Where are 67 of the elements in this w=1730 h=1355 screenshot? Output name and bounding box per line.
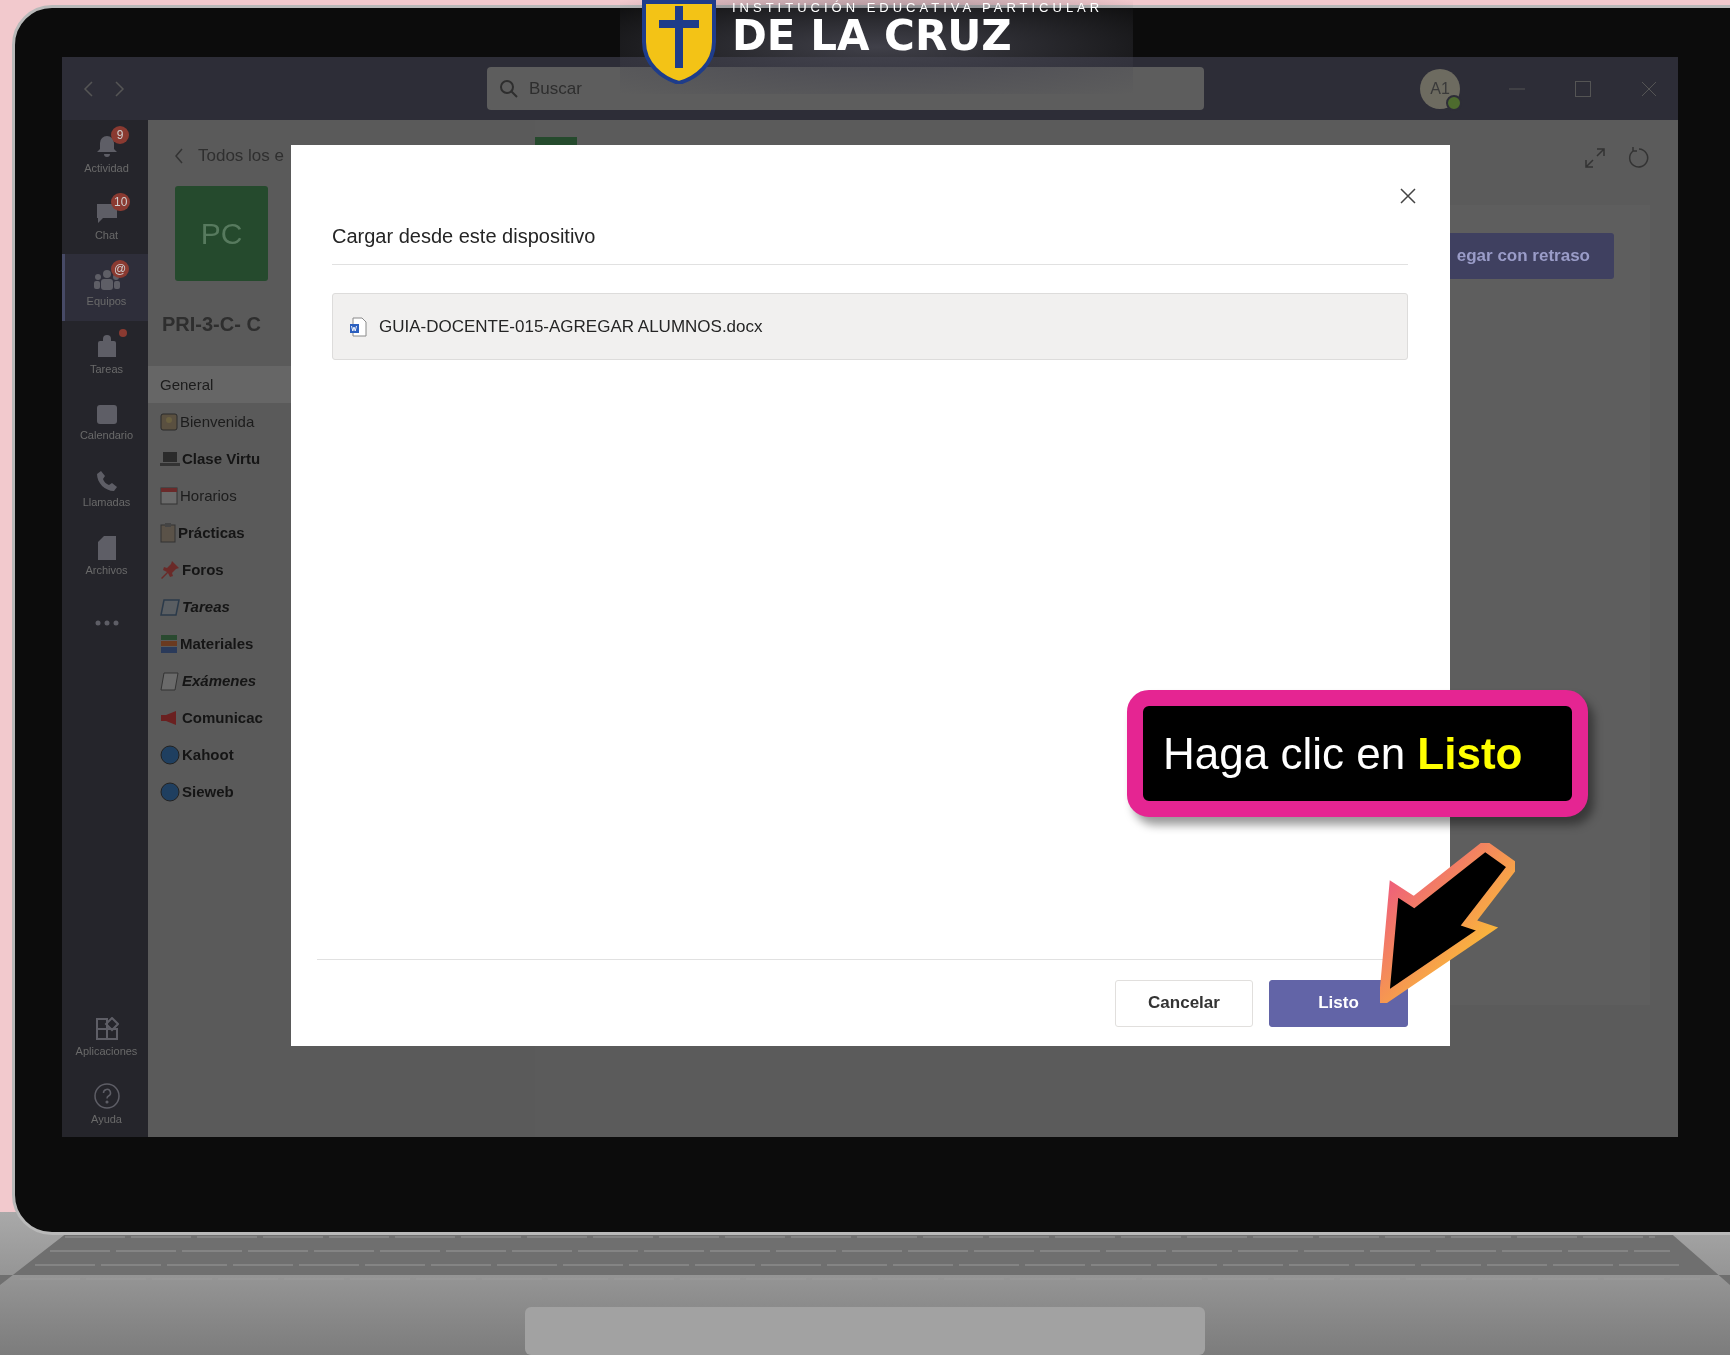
expand-icon[interactable] (1584, 147, 1606, 169)
channel-item[interactable]: Kahoot (148, 736, 291, 773)
callout-text: Haga clic en Listo (1163, 728, 1523, 779)
rail-item[interactable]: Archivos (62, 522, 148, 589)
calendar-emoji-icon (160, 486, 178, 505)
rail-label: Actividad (84, 161, 129, 174)
rail-item[interactable]: Equipos @ (62, 254, 148, 321)
apps-icon (94, 1016, 119, 1041)
books-icon (160, 633, 178, 654)
channel-item[interactable]: Horarios (148, 477, 291, 514)
channel-item[interactable]: Bienvenida (148, 403, 291, 440)
pushpin-icon (160, 559, 180, 580)
channel-item[interactable]: Clase Virtu (148, 440, 291, 477)
rail-label: Archivos (85, 563, 128, 576)
rail-item[interactable]: Tareas (62, 321, 148, 388)
rail-label: Ayuda (91, 1112, 122, 1125)
count-badge: 9 (111, 126, 129, 144)
close-icon (1400, 187, 1416, 204)
channel-item[interactable]: Foros (148, 551, 291, 588)
circle-icon (160, 781, 180, 802)
cancel-button[interactable]: Cancelar (1115, 979, 1253, 1027)
channel-item[interactable]: General (148, 366, 291, 403)
more-icon[interactable] (94, 619, 119, 626)
close-icon[interactable] (1640, 79, 1659, 98)
phone-icon (95, 469, 118, 492)
channel-item[interactable]: Sieweb (148, 773, 291, 810)
file-name: GUIA-DOCENTE-015-AGREGAR ALUMNOS.docx (379, 316, 763, 337)
logo-title: DE LA CRUZ (732, 15, 1012, 57)
rail-label: Chat (94, 228, 119, 241)
backpack-icon (96, 334, 117, 359)
circle-icon (160, 744, 180, 765)
people-emoji-icon (160, 412, 178, 431)
rail-label: Tareas (90, 362, 123, 375)
book-icon (160, 597, 180, 616)
rail-label: Equipos (86, 294, 127, 307)
channel-item[interactable]: Prácticas (148, 514, 291, 551)
presence-dot (1446, 94, 1463, 111)
rail-label: Llamadas (82, 495, 131, 508)
rail-item[interactable]: Calendario (62, 388, 148, 455)
tab-indicator (535, 137, 577, 145)
rail-item[interactable]: Chat 10 (62, 187, 148, 254)
channel-item[interactable]: Exámenes (148, 662, 291, 699)
back-icon[interactable] (174, 148, 184, 164)
rail-item[interactable]: Actividad 9 (62, 120, 148, 187)
clipboard-icon (160, 522, 176, 543)
channel-item[interactable]: Materiales (148, 625, 291, 662)
help-icon (93, 1082, 120, 1109)
word-document-icon (349, 316, 367, 337)
rail-label: Calendario (79, 428, 134, 441)
dialog-title: Cargar desde este dispositivo (332, 225, 1408, 265)
rail-item[interactable]: Aplicaciones (62, 1003, 148, 1070)
channel-item[interactable]: Comunicac (148, 699, 291, 736)
rail-item[interactable]: Llamadas (62, 455, 148, 522)
count-badge: @ (111, 260, 130, 278)
rail-label: Aplicaciones (75, 1044, 138, 1057)
maximize-icon[interactable] (1574, 79, 1593, 98)
file-icon (97, 535, 116, 560)
laptop-icon (160, 450, 180, 467)
bell-icon (95, 133, 118, 158)
count-badge: 10 (111, 193, 131, 211)
channel-item[interactable]: Tareas (148, 588, 291, 625)
rail-item[interactable]: Ayuda (62, 1070, 148, 1137)
done-button[interactable]: Listo (1269, 979, 1408, 1027)
notepad-icon (160, 670, 180, 691)
search-icon (498, 78, 519, 99)
forward-icon[interactable] (112, 79, 126, 98)
refresh-icon[interactable] (1628, 147, 1650, 169)
